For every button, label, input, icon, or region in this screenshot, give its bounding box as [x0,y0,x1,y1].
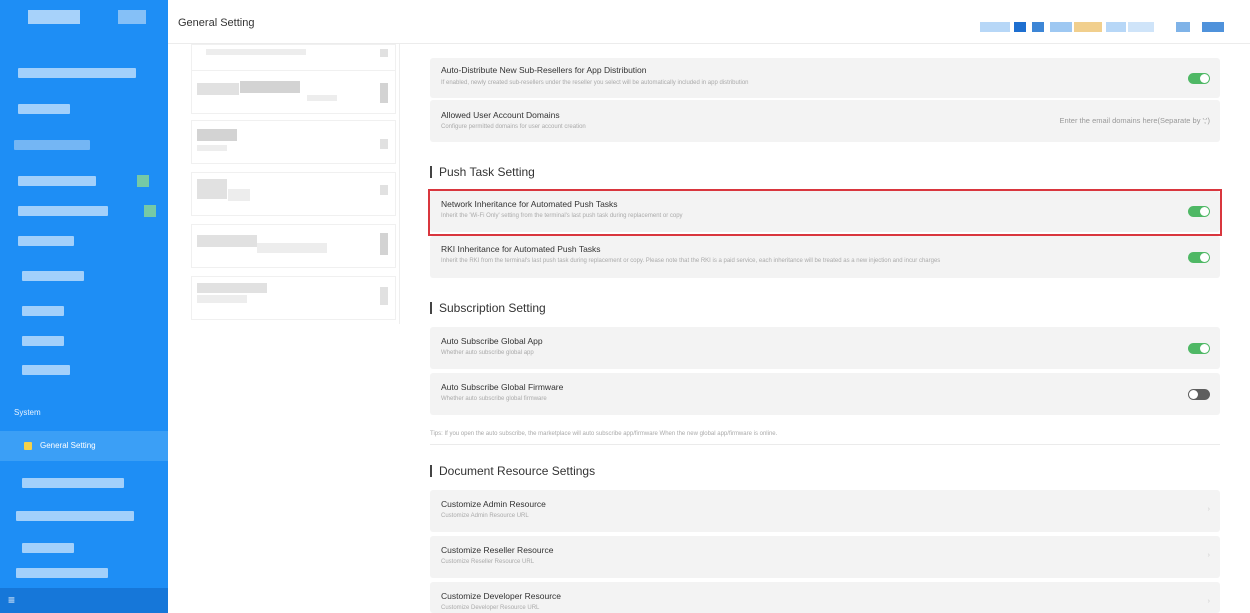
setting-title: Auto-Distribute New Sub-Resellers for Ap… [441,65,647,75]
setting-auto-subscribe-firmware: Auto Subscribe Global Firmware Whether a… [430,373,1220,415]
setting-title: Network Inheritance for Automated Push T… [441,199,618,209]
sidebar-item-blurred[interactable] [22,478,124,488]
setting-admin-resource[interactable]: Customize Admin Resource Customize Admin… [430,490,1220,532]
setting-title: Auto Subscribe Global Firmware [441,382,564,392]
header-blurred[interactable] [1014,22,1026,32]
header-blurred[interactable] [1128,22,1154,32]
sidebar-item-blurred[interactable] [22,271,84,281]
header-blurred[interactable] [1050,22,1072,32]
setting-description: Customize Reseller Resource URL [441,559,535,565]
auto-subscribe-firmware-toggle[interactable] [1188,389,1210,400]
email-domains-input[interactable]: Enter the email domains here(Separate by… [1060,116,1210,125]
setting-allowed-domains: Allowed User Account Domains Configure p… [430,100,1220,142]
chevron-right-icon: › [1207,506,1210,513]
list-item[interactable] [191,70,396,114]
network-inheritance-toggle[interactable] [1188,206,1210,217]
header-blurred[interactable] [1074,22,1102,32]
header-blurred[interactable] [1106,22,1126,32]
setting-description: Inherit the RKI from the terminal's last… [441,258,941,264]
entity-list-panel [188,44,400,324]
list-item[interactable] [191,224,396,268]
sidebar-footer: ≡ [0,588,168,613]
chevron-right-icon: › [1207,598,1210,605]
sidebar-item-blurred[interactable] [16,511,134,521]
top-bar: General Setting [168,0,1250,44]
setting-description: If enabled, newly created sub-resellers … [441,80,749,86]
header-blurred[interactable] [1202,22,1224,32]
divider [430,444,1220,445]
setting-auto-subscribe-app: Auto Subscribe Global App Whether auto s… [430,327,1220,369]
auto-subscribe-app-toggle[interactable] [1188,343,1210,354]
list-item[interactable] [191,172,396,216]
setting-reseller-resource[interactable]: Customize Reseller Resource Customize Re… [430,536,1220,578]
sidebar-item-blurred[interactable] [18,68,136,78]
hamburger-icon[interactable]: ≡ [8,594,15,606]
header-blurred[interactable] [1032,22,1044,32]
sidebar-item-blurred[interactable] [22,365,70,375]
subscription-tip: Tips: If you open the auto subscribe, th… [430,431,778,437]
rki-inheritance-toggle[interactable] [1188,252,1210,263]
sidebar-item-blurred[interactable] [16,568,108,578]
sidebar-logo-blurred-2 [118,10,146,24]
auto-distribute-toggle[interactable] [1188,73,1210,84]
sidebar-badge-blurred [137,175,149,187]
settings-icon [24,442,32,450]
setting-developer-resource[interactable]: Customize Developer Resource Customize D… [430,582,1220,613]
sidebar-item-blurred[interactable] [14,140,90,150]
sidebar: System General Setting ≡ [0,0,168,613]
header-blurred[interactable] [1176,22,1190,32]
setting-description: Configure permitted domains for user acc… [441,124,586,130]
sidebar-badge-blurred [144,205,156,217]
setting-title: Customize Reseller Resource [441,545,554,555]
setting-title: Allowed User Account Domains [441,110,560,120]
setting-description: Inherit the 'Wi-Fi Only' setting from th… [441,213,683,219]
sidebar-item-label: General Setting [40,441,96,450]
setting-title: Customize Developer Resource [441,591,561,601]
sidebar-section-system: System [14,408,41,417]
sidebar-item-blurred[interactable] [18,236,74,246]
sidebar-item-blurred[interactable] [18,176,96,186]
sidebar-logo-blurred [28,10,80,24]
header-blurred[interactable] [980,22,1010,32]
setting-description: Customize Admin Resource URL [441,513,529,519]
setting-title: Customize Admin Resource [441,499,546,509]
chevron-right-icon: › [1207,552,1210,559]
setting-description: Whether auto subscribe global app [441,350,534,356]
list-item[interactable] [191,276,396,320]
setting-network-inheritance: Network Inheritance for Automated Push T… [430,191,1220,232]
sidebar-item-blurred[interactable] [22,336,64,346]
setting-rki-inheritance: RKI Inheritance for Automated Push Tasks… [430,236,1220,278]
sidebar-item-blurred[interactable] [18,206,108,216]
sidebar-item-general-setting[interactable]: General Setting [0,431,168,461]
list-item[interactable] [191,120,396,164]
section-heading-subscription: Subscription Setting [430,302,546,314]
setting-description: Customize Developer Resource URL [441,605,540,611]
setting-title: Auto Subscribe Global App [441,336,543,346]
sidebar-item-blurred[interactable] [22,543,74,553]
setting-description: Whether auto subscribe global firmware [441,396,547,402]
sidebar-item-blurred[interactable] [22,306,64,316]
setting-auto-distribute: Auto-Distribute New Sub-Resellers for Ap… [430,58,1220,98]
sidebar-item-blurred[interactable] [18,104,70,114]
page-title: General Setting [178,17,255,29]
setting-title: RKI Inheritance for Automated Push Tasks [441,244,601,254]
section-heading-document-resource: Document Resource Settings [430,465,595,477]
section-heading-push-task: Push Task Setting [430,166,535,178]
